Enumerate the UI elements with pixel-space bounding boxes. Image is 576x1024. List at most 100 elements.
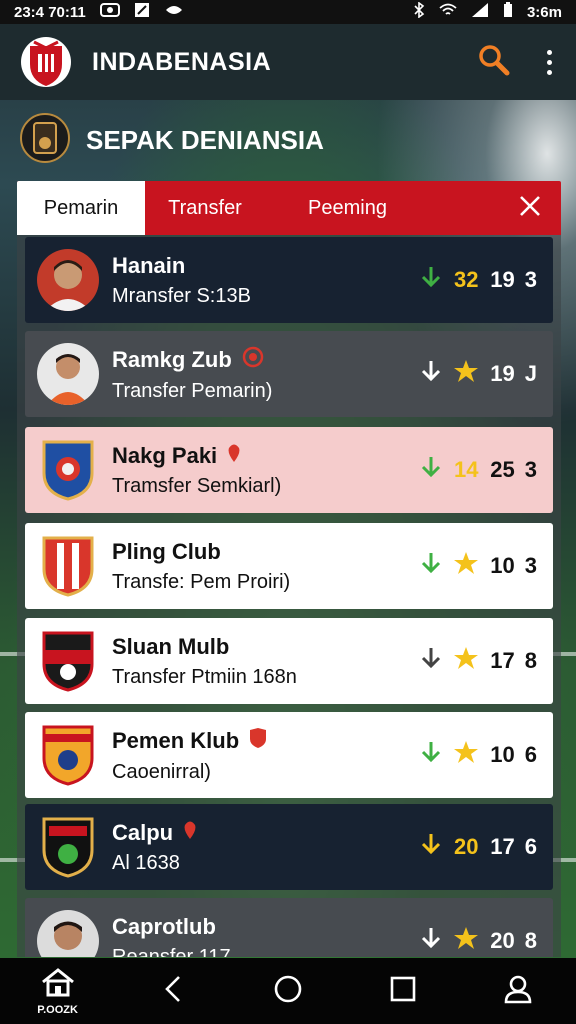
location-pin-icon	[227, 443, 241, 469]
app-title: INDABENASIA	[92, 47, 272, 76]
tab-transfer[interactable]: Transfer	[145, 181, 265, 235]
item-subtitle: Tramsfer Semkiarl)	[112, 474, 282, 497]
item-subtitle: Transfe: Pem Proiri)	[112, 570, 291, 593]
stat-value: 10	[490, 553, 515, 578]
item-name: Caprotlub	[112, 913, 216, 939]
tab-peeming[interactable]: Peeming	[265, 181, 430, 235]
arrow-down-icon	[420, 455, 442, 485]
list-item[interactable]: Nakg Paki Tramsfer Semkiarl) 14 25 3	[25, 427, 553, 513]
stat-value: J	[524, 361, 537, 386]
close-button[interactable]	[499, 181, 561, 235]
arrow-down-icon	[420, 832, 442, 862]
status-bar: 23:4 70:11 3:6m	[0, 0, 576, 24]
home-label: P.OOZK	[37, 1003, 78, 1016]
recents-button[interactable]	[368, 958, 438, 1024]
item-name: Pling Club	[112, 538, 221, 564]
back-button[interactable]	[138, 958, 208, 1024]
stat-value: 20	[454, 834, 479, 859]
club-marker-icon	[242, 346, 264, 374]
stat-value: 19	[490, 267, 515, 292]
item-name: Ramkg Zub	[112, 346, 232, 372]
item-subtitle: Transfer Ptmiin 168n	[112, 665, 297, 688]
section-header: SEPAK DENIANSIA	[20, 108, 324, 172]
item-name: Calpu	[112, 819, 174, 845]
stat-value: 20	[490, 928, 515, 953]
star-icon	[452, 646, 480, 676]
stat-value: 3	[524, 267, 537, 292]
bottom-nav: P.OOZK	[0, 958, 576, 1024]
status-clock: 3:6m	[526, 3, 562, 21]
star-icon	[452, 740, 480, 770]
item-subtitle: Transfer Pemarin)	[112, 379, 273, 402]
circle-icon	[273, 974, 303, 1009]
item-subtitle: Mransfer S:13B	[112, 284, 251, 307]
arrow-down-icon	[420, 740, 442, 770]
item-subtitle: Reansfer 117	[112, 945, 231, 958]
battery-icon	[503, 2, 513, 22]
notification-icon	[134, 2, 150, 22]
arrow-down-icon	[420, 359, 442, 389]
tab-bar: Pemarin Transfer Peeming	[17, 181, 561, 235]
arrow-down-icon	[420, 926, 442, 956]
player-avatar	[37, 249, 99, 311]
list-item[interactable]: Ramkg Zub Transfer Pemarin) 19 J	[25, 331, 553, 417]
list-item[interactable]: Sluan Mulb Transfer Ptmiin 168n 17 8	[25, 618, 553, 704]
club-crest	[37, 533, 99, 599]
home-icon	[40, 967, 76, 1002]
stat-value: 6	[524, 834, 537, 859]
close-icon	[519, 195, 541, 222]
list-item[interactable]: Calpu Al 1638 20 17 6	[25, 804, 553, 890]
profile-button[interactable]	[483, 958, 553, 1024]
item-name: Hanain	[112, 252, 186, 278]
stat-value: 8	[524, 648, 537, 673]
stat-value: 3	[524, 553, 537, 578]
league-badge	[20, 111, 70, 170]
star-icon	[452, 359, 480, 389]
back-icon	[161, 974, 185, 1009]
app-logo	[20, 35, 72, 89]
notification-icon	[99, 2, 120, 22]
wifi-icon	[439, 2, 457, 22]
stat-value: 8	[524, 928, 537, 953]
club-crest	[37, 437, 99, 503]
dot	[546, 59, 552, 65]
dot	[546, 49, 552, 55]
more-options-button[interactable]	[542, 49, 556, 75]
star-icon	[452, 926, 480, 956]
list-item[interactable]: Hanain Mransfer S:13B 32 19 3	[25, 237, 553, 323]
bluetooth-icon	[413, 1, 425, 22]
stat-value: 25	[490, 457, 515, 482]
club-crest	[37, 722, 99, 788]
search-button[interactable]	[474, 42, 514, 82]
stat-value: 17	[490, 834, 515, 859]
stat-value: 19	[490, 361, 515, 386]
location-pin-icon	[183, 820, 197, 846]
arrow-down-icon	[420, 265, 442, 295]
list-item[interactable]: Caprotlub Reansfer 117 20 8	[25, 898, 553, 957]
square-icon	[389, 975, 417, 1008]
home-button[interactable]: P.OOZK	[23, 958, 93, 1024]
home-circle-button[interactable]	[253, 958, 323, 1024]
player-avatar	[37, 910, 99, 957]
status-time: 23:4 70:11	[14, 3, 86, 21]
list-item[interactable]: Pling Club Transfe: Pem Proiri) 10 3	[25, 523, 553, 609]
dot	[546, 69, 552, 75]
arrow-down-icon	[420, 551, 442, 581]
signal-icon	[471, 2, 489, 22]
stat-value: 3	[524, 457, 537, 482]
stat-value: 10	[490, 742, 515, 767]
stat-value: 32	[454, 267, 479, 292]
list-item[interactable]: Pemen Klub Caoenirral) 10 6	[25, 712, 553, 798]
item-subtitle: Caoenirral)	[112, 760, 211, 783]
player-avatar	[37, 343, 99, 405]
section-title: SEPAK DENIANSIA	[86, 124, 324, 155]
tab-pemarin[interactable]: Pemarin	[17, 181, 145, 235]
stat-value: 17	[490, 648, 515, 673]
item-name: Nakg Paki	[112, 442, 218, 468]
club-crest	[37, 628, 99, 694]
app-bar: INDABENASIA	[0, 24, 576, 100]
club-crest	[37, 814, 99, 880]
item-name: Sluan Mulb	[112, 633, 230, 659]
item-subtitle: Al 1638	[112, 851, 180, 874]
star-icon	[452, 551, 480, 581]
